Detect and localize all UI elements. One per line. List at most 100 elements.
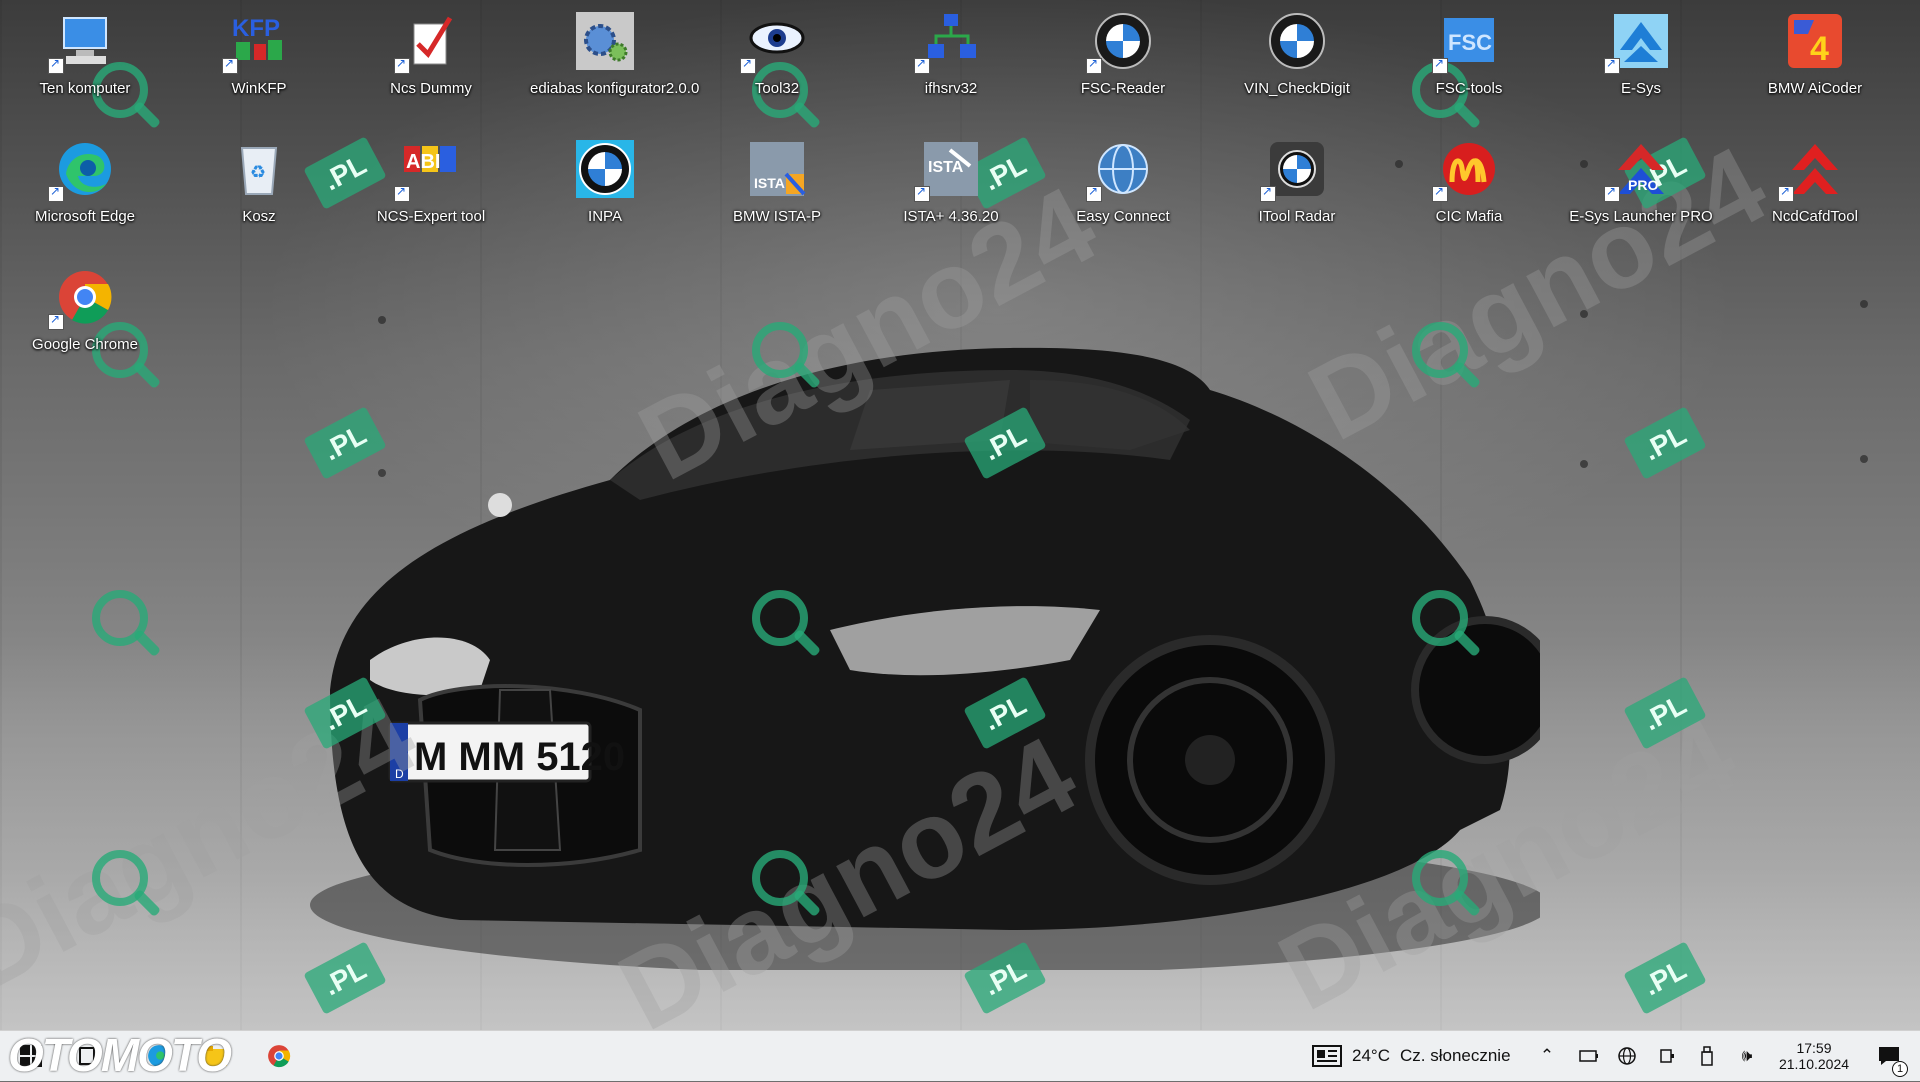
watermark-magnifier-icon — [1412, 322, 1468, 378]
desktop-icon-kosz[interactable]: ♻ Kosz — [184, 134, 334, 244]
globe-network-icon — [1618, 1047, 1636, 1065]
gears-icon — [574, 10, 636, 72]
desktop-icon-ncs-dummy[interactable]: Ncs Dummy — [356, 6, 506, 116]
desktop-icon-bmw-aicoder[interactable]: 4 BMW AiCoder — [1740, 6, 1890, 116]
winkfp-icon: KFP — [222, 10, 290, 74]
desktop-icon-label: Easy Connect — [1076, 208, 1170, 225]
desktop-icon-bmw-ista-p[interactable]: ISTA BMW ISTA-P — [702, 134, 852, 244]
weather-description: Cz. słonecznie — [1399, 1046, 1511, 1065]
desktop-icon-easy-connect[interactable]: Easy Connect — [1048, 134, 1198, 244]
desktop-icon-e-sys-launcher-pro[interactable]: PRO E-Sys Launcher PRO — [1566, 134, 1716, 244]
desktop-icon-ten-komputer[interactable]: Ten komputer — [10, 6, 160, 116]
desktop-icon-label: WinKFP — [231, 80, 287, 97]
svg-text:4: 4 — [1810, 30, 1829, 68]
svg-text:FSC: FSC — [1448, 30, 1492, 55]
desktop-icon-ediabas-konfigurator[interactable]: ediabas konfigurator2.0.0 — [530, 6, 700, 116]
svg-text:KFP: KFP — [232, 15, 280, 42]
battery-icon — [1579, 1050, 1598, 1062]
show-hidden-icons-button[interactable]: ⌃ — [1536, 1039, 1558, 1073]
clock[interactable]: 17:59 21.10.2024 — [1766, 1035, 1862, 1077]
svg-text:ISTA: ISTA — [928, 159, 964, 176]
recycle-bin-icon: ♻ — [228, 138, 290, 200]
taskbar-chrome-button[interactable] — [262, 1039, 296, 1073]
chrome-icon — [48, 266, 116, 330]
edge-icon — [48, 138, 116, 202]
mcdonalds-icon — [1432, 138, 1500, 202]
desktop-icon-label: ISTA+ 4.36.20 — [903, 208, 999, 225]
clock-time: 17:59 — [1796, 1040, 1832, 1056]
desktop-icon-vin-checkdigit[interactable]: VIN_CheckDigit — [1222, 6, 1372, 116]
clock-date: 21.10.2024 — [1778, 1056, 1850, 1072]
tray-network-button[interactable] — [1614, 1039, 1640, 1073]
desktop-icon-inpa[interactable]: INPA — [530, 134, 680, 244]
taskbar: 24°C Cz. słonecznie ⌃ 🕪 17:59 21.10.2024… — [0, 1030, 1920, 1081]
desktop-icon-label: BMW AiCoder — [1767, 80, 1863, 97]
desktop-icon-label: E-Sys Launcher PRO — [1569, 208, 1713, 225]
shortcut-arrow-icon — [1086, 56, 1102, 74]
checkmark-document-icon — [394, 10, 462, 74]
license-plate: M MM 5120 — [414, 735, 625, 779]
notification-count: 1 — [1892, 1061, 1908, 1077]
wall-dot — [1580, 460, 1588, 468]
news-icon — [1312, 1045, 1342, 1067]
desktop-icon-ncs-expert-tool[interactable]: ABI NCS-Expert tool — [356, 134, 506, 244]
esys-icon — [1604, 10, 1672, 74]
tray-usb-button[interactable] — [1694, 1039, 1720, 1073]
watermark-magnifier-icon — [92, 590, 148, 646]
desktop-icon-ifhsrv32[interactable]: ifhsrv32 — [876, 6, 1026, 116]
ncdcafd-icon — [1778, 138, 1846, 202]
tray-volume-button[interactable]: 🕪 — [1734, 1039, 1760, 1073]
desktop-icon-ista-plus[interactable]: ISTA ISTA+ 4.36.20 — [876, 134, 1026, 244]
speaker-icon: 🕪 — [1741, 1046, 1753, 1066]
action-center-button[interactable]: 1 — [1872, 1039, 1908, 1077]
desktop-icon-label: Ten komputer — [39, 80, 131, 97]
plate-country: D — [395, 767, 404, 781]
shortcut-arrow-icon — [740, 56, 756, 74]
desktop-icon-label: INPA — [588, 208, 622, 225]
desktop-icon-label: CIC Mafia — [1435, 208, 1503, 225]
aicoder-icon: 4 — [1784, 10, 1846, 72]
shortcut-arrow-icon — [914, 184, 930, 202]
computer-icon — [48, 10, 116, 74]
ncs-expert-icon: ABI — [394, 138, 462, 202]
desktop-icon-e-sys[interactable]: E-Sys — [1566, 6, 1716, 116]
otomoto-watermark-logo: OTOMOTO — [8, 1029, 232, 1081]
shortcut-arrow-icon — [48, 312, 64, 330]
bmw-logo-icon — [574, 138, 636, 200]
weather-widget[interactable]: 24°C Cz. słonecznie — [1312, 1039, 1552, 1073]
desktop-icon-fsc-reader[interactable]: FSC-Reader — [1048, 6, 1198, 116]
desktop-icon-google-chrome[interactable]: Google Chrome — [10, 262, 160, 372]
desktop-icon-label: VIN_CheckDigit — [1244, 80, 1350, 97]
desktop-icon-label: FSC-Reader — [1080, 80, 1166, 97]
desktop-icon-label: ediabas konfigurator2.0.0 — [530, 80, 700, 97]
tray-device-button[interactable] — [1654, 1039, 1680, 1073]
desktop-icon-winkfp[interactable]: KFP WinKFP — [184, 6, 334, 116]
shortcut-arrow-icon — [914, 56, 930, 74]
weather-temperature: 24°C — [1352, 1046, 1390, 1065]
desktop-icon-microsoft-edge[interactable]: Microsoft Edge — [10, 134, 160, 244]
wall-dot — [1860, 455, 1868, 463]
desktop-icon-ncdcafdtool[interactable]: NcdCafdTool — [1740, 134, 1890, 244]
desktop-icon-label: Kosz — [242, 208, 276, 225]
desktop-icon-label: NCS-Expert tool — [376, 208, 486, 225]
shortcut-arrow-icon — [1432, 56, 1448, 74]
wall-dot — [378, 316, 386, 324]
watermark-magnifier-icon — [92, 850, 148, 906]
shortcut-arrow-icon — [394, 56, 410, 74]
desktop-icon-label: E-Sys — [1620, 80, 1661, 97]
watermark-magnifier-icon — [752, 322, 808, 378]
car-image: D M MM 5120 — [310, 347, 1540, 970]
shortcut-arrow-icon — [1778, 184, 1794, 202]
chevron-up-icon: ⌃ — [1539, 1046, 1555, 1066]
bmw-logo-icon — [1086, 10, 1154, 74]
wall-dot — [1860, 300, 1868, 308]
desktop-icon-itool-radar[interactable]: ITool Radar — [1222, 134, 1372, 244]
bmw-logo-icon — [1266, 10, 1328, 72]
desktop-icon-fsc-tools[interactable]: FSC FSC-tools — [1394, 6, 1544, 116]
tray-battery-button[interactable] — [1576, 1039, 1602, 1073]
globe-icon — [1086, 138, 1154, 202]
desktop-icon-cic-mafia[interactable]: CIC Mafia — [1394, 134, 1544, 244]
desktop-icon-label: Tool32 — [754, 80, 800, 97]
desktop-icon-label: BMW ISTA-P — [732, 208, 822, 225]
desktop-icon-tool32[interactable]: Tool32 — [702, 6, 852, 116]
